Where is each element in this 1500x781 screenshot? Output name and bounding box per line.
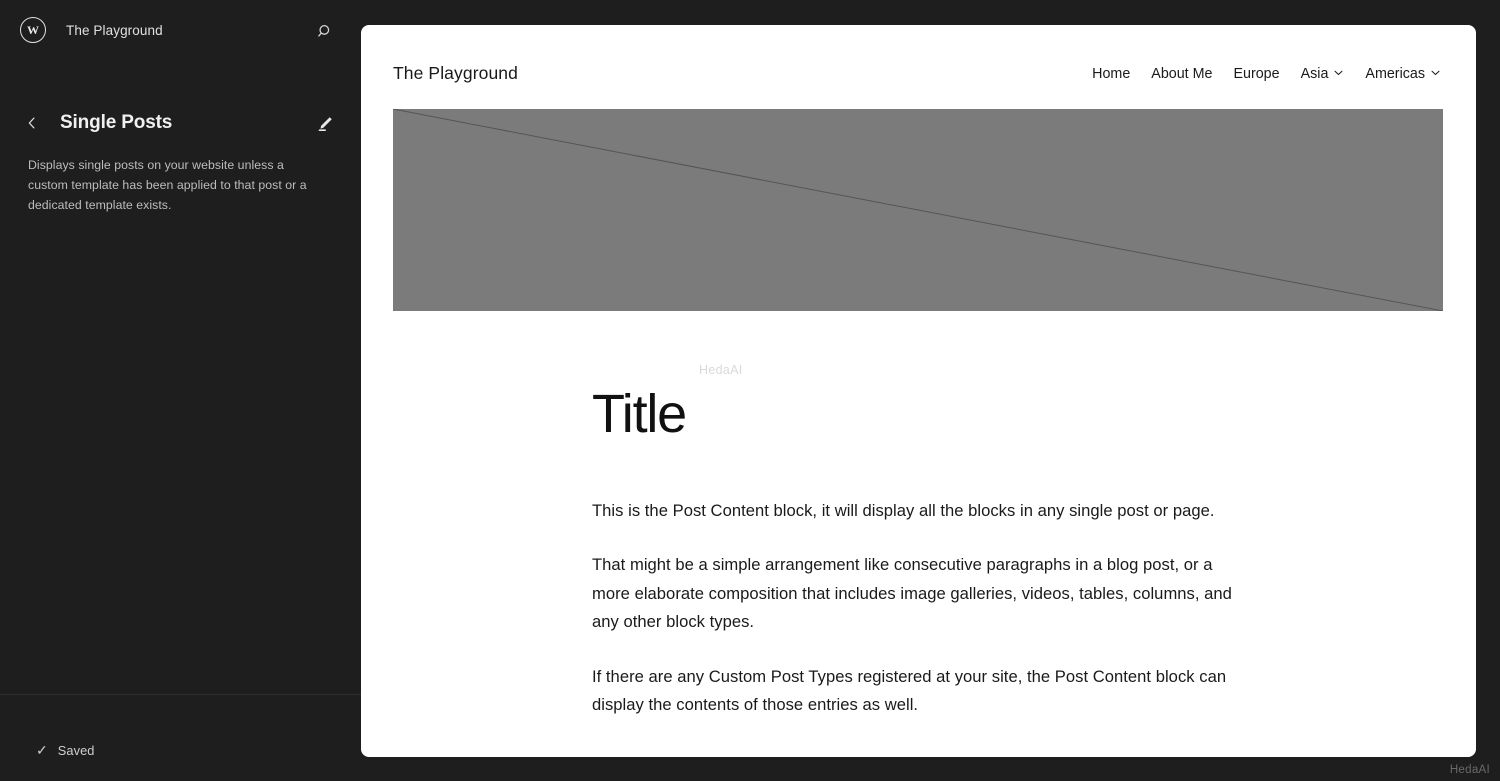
nav-item-about-me[interactable]: About Me [1151,66,1212,82]
sidebar-template-header: Single Posts [0,101,361,145]
post-content-block: HedaAI Title This is the Post Content bl… [361,363,1476,720]
corner-watermark: HedaAI [1449,764,1490,776]
page-title: Single Posts [60,112,173,133]
svg-text:W: W [27,23,39,37]
chevron-left-icon[interactable] [20,111,44,135]
nav-item-europe[interactable]: Europe [1233,66,1279,82]
nav-item-label: Home [1092,65,1131,82]
nav-item-label: Asia [1300,65,1329,82]
template-description: Displays single posts on your website un… [28,158,307,212]
site-branding-title: The Playground [393,63,518,83]
post-title[interactable]: Title [592,386,1476,443]
chevron-down-icon [1430,66,1441,82]
sidebar-site-name: The Playground [66,22,163,38]
sidebar-footer: ✓ Saved [0,694,361,781]
nav-item-asia[interactable]: Asia [1301,66,1345,82]
nav-item-label: Europe [1233,65,1280,82]
nav-item-americas[interactable]: Americas [1365,66,1441,82]
save-status-label: Saved [57,742,95,758]
check-icon: ✓ [36,742,48,758]
nav-item-label: About Me [1151,65,1213,82]
editor-sidebar: W The Playground Single Posts Displays s… [0,0,361,781]
pencil-icon[interactable] [313,111,337,135]
site-editor-root: W The Playground Single Posts Displays s… [0,0,1500,781]
search-icon[interactable] [313,19,337,43]
save-status[interactable]: ✓ Saved [0,707,361,781]
site-navigation: Home About Me Europe Asia Americas [1092,66,1441,82]
site-header: The Playground Home About Me Europe Asia [361,25,1476,84]
chevron-down-icon [1333,66,1344,82]
post-paragraph[interactable]: That might be a simple arrangement like … [592,551,1242,637]
nav-item-home[interactable]: Home [1092,66,1130,82]
image-placeholder-icon [393,109,1443,311]
post-paragraph[interactable]: This is the Post Content block, it will … [592,497,1242,526]
featured-image-placeholder[interactable] [393,109,1443,311]
wordpress-logo-icon[interactable]: W [20,17,46,43]
template-preview-canvas[interactable]: The Playground Home About Me Europe Asia [361,25,1476,757]
sidebar-top-bar: W The Playground [0,0,361,60]
nav-item-label: Americas [1365,65,1425,82]
content-watermark: HedaAI [699,363,743,377]
post-paragraph[interactable]: If there are any Custom Post Types regis… [592,663,1242,720]
